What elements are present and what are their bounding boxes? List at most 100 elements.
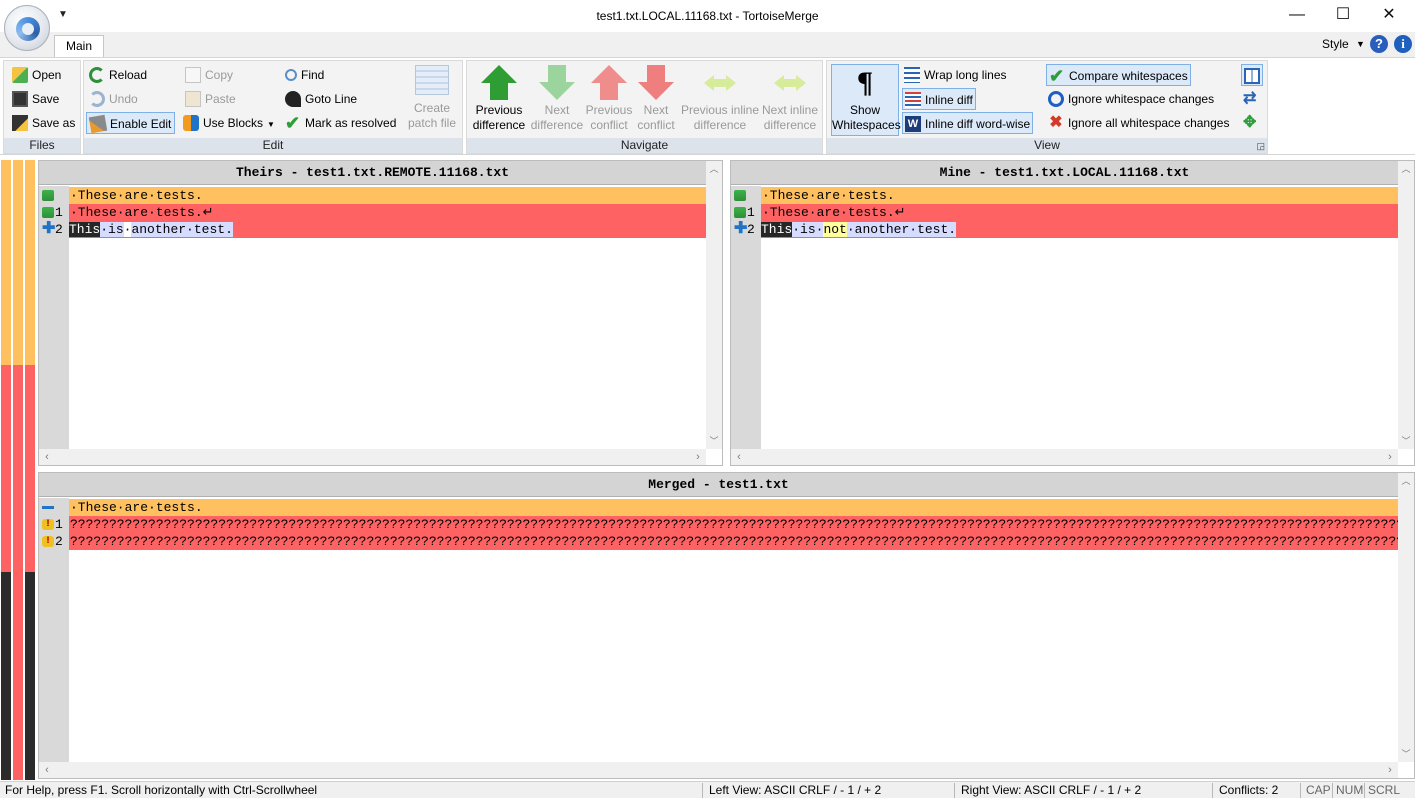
theirs-pane[interactable]: Theirs - test1.txt.REMOTE.11168.txt ·The…	[38, 160, 723, 466]
enable-edit-button[interactable]: Enable Edit	[86, 112, 176, 134]
previous-difference-button[interactable]: Previous difference	[471, 65, 527, 137]
merged-horizontal-scrollbar[interactable]: ‹ ›	[39, 762, 1398, 778]
goto-line-button[interactable]: Goto Line	[285, 88, 357, 110]
maximize-button[interactable]: ☐	[1320, 0, 1366, 30]
line-number: 1	[55, 205, 63, 220]
next-conflict-label-1: Next	[643, 103, 669, 117]
swap-panes-button[interactable]: ⇄	[1243, 88, 1263, 110]
next-inline-difference-button[interactable]: Next inline difference	[759, 65, 821, 137]
word-w-icon: W	[905, 115, 921, 132]
compare-whitespaces-button[interactable]: ✔ Compare whitespaces	[1046, 64, 1191, 86]
scroll-down-icon[interactable]: ﹀	[1398, 433, 1414, 449]
scroll-up-icon[interactable]: ︿	[1398, 161, 1414, 177]
code-line[interactable]: 1 ·These·are·tests.↵	[39, 204, 706, 221]
next-conflict-button[interactable]: Next conflict	[633, 65, 679, 137]
undo-button[interactable]: Undo	[89, 88, 138, 110]
scroll-left-icon[interactable]: ‹	[731, 449, 747, 465]
close-button[interactable]: ✕	[1366, 0, 1412, 30]
style-menu[interactable]: Style	[1322, 37, 1349, 51]
group-edit: Reload Undo Enable Edit Copy Paste Use B…	[83, 60, 463, 154]
reload-icon	[89, 66, 105, 83]
diff-locator-bar[interactable]	[0, 160, 36, 780]
inline-space: ·	[100, 222, 109, 237]
line-text: ????????????????????????????????????????…	[69, 533, 1398, 550]
reload-button[interactable]: Reload	[89, 64, 147, 86]
scroll-right-icon[interactable]: ›	[690, 449, 706, 465]
ignore-all-whitespace-button[interactable]: ✖ Ignore all whitespace changes	[1048, 112, 1229, 134]
create-patch-button[interactable]: Create patch file	[406, 65, 458, 137]
swap-arrows-icon: ⇄	[1243, 89, 1257, 107]
code-line[interactable]: ✚ 2 This·is·not·another·test.	[731, 221, 1398, 238]
mine-horizontal-scrollbar[interactable]: ‹ ›	[731, 449, 1398, 465]
layout-toggle-button[interactable]	[1241, 64, 1263, 86]
copy-button[interactable]: Copy	[185, 64, 233, 86]
save-as-icon	[12, 114, 28, 131]
info-icon[interactable]: i	[1394, 35, 1412, 53]
save-button[interactable]: Save	[12, 88, 59, 110]
next-difference-button[interactable]: Next difference	[529, 65, 585, 137]
app-menu-button[interactable]	[4, 5, 50, 51]
scroll-left-icon[interactable]: ‹	[39, 762, 55, 778]
inline-word: ·another·test.	[846, 222, 957, 237]
unchanged-line-icon	[734, 207, 746, 218]
code-line[interactable]: ! 2 ????????????????????????????????????…	[39, 533, 1398, 550]
code-line[interactable]: ✚ 2 This·is·another·test.	[39, 221, 706, 238]
code-line[interactable]: ·These·are·tests.	[731, 187, 1398, 204]
ribbon-tab-strip: Main Style ▼ ? i	[0, 32, 1415, 58]
line-number: 1	[747, 205, 755, 220]
inline-diff-word-button[interactable]: W Inline diff word-wise	[902, 112, 1034, 134]
arrow-up-red-icon	[591, 65, 627, 101]
theirs-vertical-scrollbar[interactable]: ︿ ﹀	[706, 161, 722, 449]
save-as-button[interactable]: Save as	[12, 112, 75, 134]
ribbon: Open Save Save as Files Reload Undo Enab…	[0, 57, 1415, 155]
collapse-button[interactable]: ✥	[1243, 112, 1263, 134]
checkmark-icon: ✔	[285, 112, 301, 133]
code-line[interactable]: ·These·are·tests.	[39, 499, 1398, 516]
previous-inline-difference-button[interactable]: Previous inline difference	[679, 65, 761, 137]
mark-resolved-button[interactable]: ✔ Mark as resolved	[285, 112, 396, 134]
code-line[interactable]: 1 ·These·are·tests.↵	[731, 204, 1398, 221]
merged-header: Merged - test1.txt	[39, 473, 1398, 497]
inline-diff-label: Inline diff	[925, 93, 973, 107]
reload-label: Reload	[109, 68, 148, 82]
chevron-down-icon[interactable]: ▼	[1356, 39, 1365, 49]
status-right-view: Right View: ASCII CRLF / - 1 / + 2	[961, 783, 1142, 797]
scroll-up-icon[interactable]: ︿	[1398, 473, 1414, 489]
code-line[interactable]: ! 1 ????????????????????????????????????…	[39, 516, 1398, 533]
status-scrl: SCRL	[1368, 783, 1401, 797]
mine-pane[interactable]: Mine - test1.txt.LOCAL.11168.txt ·These·…	[730, 160, 1415, 466]
ignore-whitespace-changes-button[interactable]: Ignore whitespace changes	[1048, 88, 1214, 110]
find-button[interactable]: Find	[285, 64, 324, 86]
inline-diff-icon	[905, 91, 921, 108]
scroll-down-icon[interactable]: ﹀	[1398, 746, 1414, 762]
use-blocks-button[interactable]: Use Blocks ▼	[183, 112, 275, 134]
pilcrow-icon: ¶	[856, 66, 874, 99]
dialog-launcher-icon[interactable]: ◲	[1256, 141, 1265, 152]
previous-conflict-button[interactable]: Previous conflict	[584, 65, 634, 137]
scroll-right-icon[interactable]: ›	[1382, 762, 1398, 778]
theirs-horizontal-scrollbar[interactable]: ‹ ›	[39, 449, 706, 465]
chevron-down-icon: ▼	[267, 120, 275, 129]
show-whitespaces-button[interactable]: ¶ Show Whitespaces	[831, 64, 901, 136]
open-button[interactable]: Open	[12, 64, 61, 86]
minimize-button[interactable]: —	[1274, 0, 1320, 30]
mine-vertical-scrollbar[interactable]: ︿ ﹀	[1398, 161, 1414, 449]
status-divider	[702, 783, 703, 798]
code-line[interactable]: ·These·are·tests.	[39, 187, 706, 204]
red-x-icon: ✖	[1049, 113, 1063, 131]
wrap-long-lines-button[interactable]: Wrap long lines	[904, 64, 1007, 86]
inline-diff-button[interactable]: Inline diff	[902, 88, 976, 110]
merged-pane[interactable]: Merged - test1.txt ·These·are·tests. ! 1…	[38, 472, 1415, 779]
help-icon[interactable]: ?	[1370, 35, 1388, 53]
merged-vertical-scrollbar[interactable]: ︿ ﹀	[1398, 473, 1414, 762]
mine-lines: ·These·are·tests. 1 ·These·are·tests.↵ ✚…	[731, 187, 1398, 238]
scroll-right-icon[interactable]: ›	[1382, 449, 1398, 465]
added-line-icon: ✚	[734, 220, 748, 238]
tab-main[interactable]: Main	[54, 35, 104, 58]
locator-theirs	[1, 160, 11, 780]
scroll-left-icon[interactable]: ‹	[39, 449, 55, 465]
paste-button[interactable]: Paste	[185, 88, 236, 110]
scroll-up-icon[interactable]: ︿	[706, 161, 722, 177]
scroll-down-icon[interactable]: ﹀	[706, 433, 722, 449]
status-divider	[954, 783, 955, 798]
